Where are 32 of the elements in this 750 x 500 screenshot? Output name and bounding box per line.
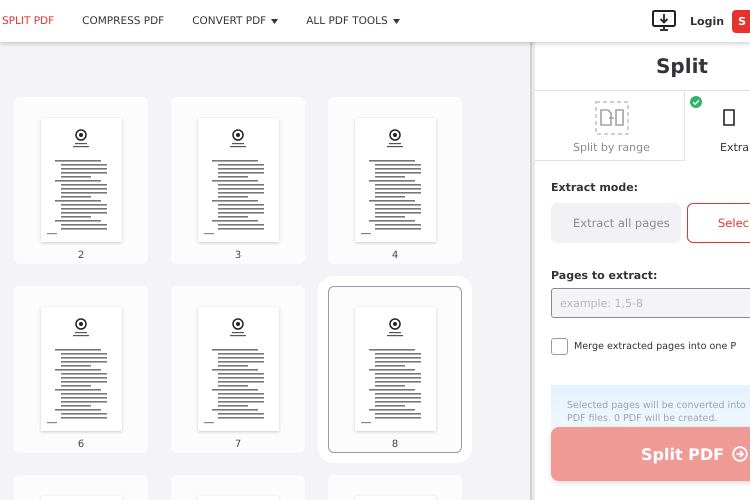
info-text: PDF files. 0 PDF will be created. xyxy=(567,413,718,424)
signup-button[interactable]: S xyxy=(732,10,750,32)
caret-icon xyxy=(271,18,278,24)
page-card[interactable]: 6 xyxy=(14,286,148,453)
pages-input[interactable]: example: 1,5-8 xyxy=(551,288,750,318)
info-text: Selected pages will be converted into xyxy=(567,400,747,411)
nav-link[interactable]: CONVERT PDF xyxy=(192,15,278,27)
page-number: 4 xyxy=(392,250,398,261)
check-icon xyxy=(690,96,702,108)
nav-link[interactable]: ALL PDF TOOLS xyxy=(306,15,400,27)
merge-checkbox[interactable] xyxy=(551,338,568,355)
page-number: 3 xyxy=(234,250,242,261)
arrow-circle-icon xyxy=(732,446,748,462)
extract-option[interactable]: Selec xyxy=(687,203,750,243)
extract-mode-label: Extract mode: xyxy=(551,181,640,194)
split-range-icon xyxy=(595,101,629,135)
desktop-download-icon[interactable] xyxy=(652,10,676,32)
caret-icon xyxy=(392,18,400,24)
pages-label: Pages to extract: xyxy=(551,269,658,282)
nav-link[interactable]: SPLIT PDF xyxy=(2,15,54,27)
scrollbar[interactable] xyxy=(530,42,535,500)
page-card[interactable]: 2 xyxy=(14,97,148,264)
page-card[interactable]: 3 xyxy=(171,97,305,264)
page-card[interactable]: 4 xyxy=(328,97,462,264)
login-link[interactable]: Login xyxy=(690,14,724,28)
page-number: 8 xyxy=(392,439,398,450)
page-number: 6 xyxy=(78,439,84,450)
page-number: 7 xyxy=(234,439,242,450)
nav-link[interactable]: COMPRESS PDF xyxy=(82,15,164,27)
merge-label: Merge extracted pages into one P xyxy=(574,341,736,352)
page-number: 2 xyxy=(78,250,84,261)
page-card[interactable]: 7 xyxy=(171,286,305,453)
